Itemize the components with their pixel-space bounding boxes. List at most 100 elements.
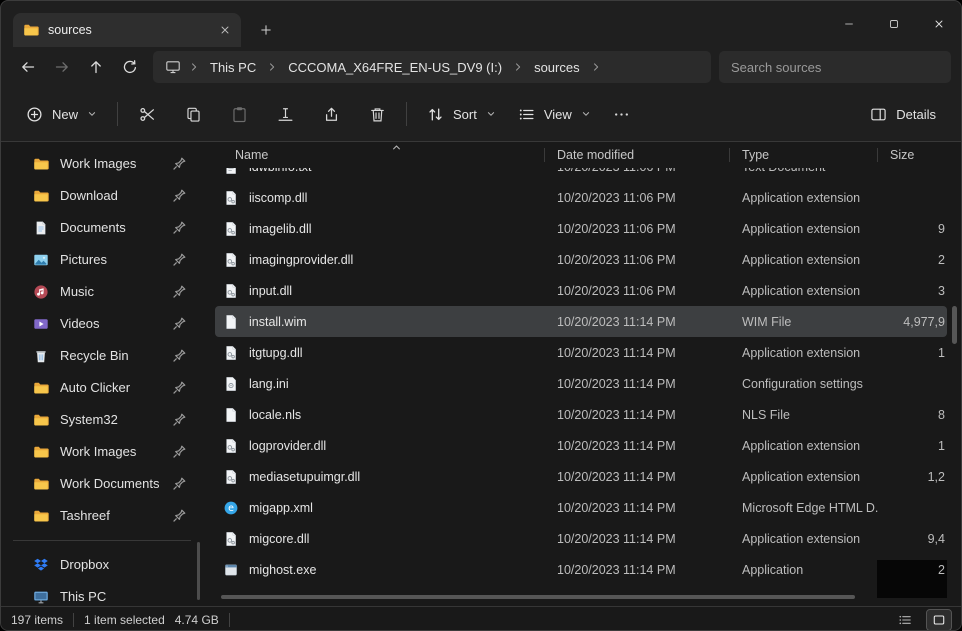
delete-button[interactable] (357, 96, 397, 132)
rename-button[interactable] (265, 96, 305, 132)
column-header-size[interactable]: Size (878, 142, 947, 168)
thumbnail-view-toggle[interactable] (927, 610, 951, 630)
more-options-button[interactable] (602, 96, 642, 132)
file-type-cell: Application extension (730, 532, 878, 546)
file-row-lang-ini[interactable]: lang.ini10/20/2023 11:14 PMConfiguration… (215, 368, 947, 399)
tab-close-icon[interactable] (219, 24, 231, 36)
file-row-locale-nls[interactable]: locale.nls10/20/2023 11:14 PMNLS File8 (215, 399, 947, 430)
column-header-date-modified[interactable]: Date modified (545, 142, 730, 168)
file-row-mediasetupuimgr-dll[interactable]: mediasetupuimgr.dll10/20/2023 11:14 PMAp… (215, 461, 947, 492)
copy-button[interactable] (173, 96, 213, 132)
minimize-button[interactable] (826, 1, 871, 47)
file-date-cell: 10/20/2023 11:14 PM (545, 346, 730, 360)
status-divider (229, 613, 230, 627)
file-date-cell: 10/20/2023 11:06 PM (545, 253, 730, 267)
sidebar-item-download[interactable]: Download (5, 180, 199, 211)
maximize-button[interactable] (871, 1, 916, 47)
chevron-right-icon[interactable] (188, 61, 200, 73)
new-tab-button[interactable] (259, 23, 273, 37)
file-row-itgtupg-dll[interactable]: itgtupg.dll10/20/2023 11:14 PMApplicatio… (215, 337, 947, 368)
file-type-cell: Application extension (730, 253, 878, 267)
file-type-cell: WIM File (730, 315, 878, 329)
sidebar-scrollbar-thumb[interactable] (197, 542, 200, 600)
sidebar-item-label: Music (60, 284, 94, 299)
chevron-right-icon[interactable] (266, 61, 278, 73)
details-view-toggle[interactable] (893, 610, 917, 630)
sidebar-item-label: Tashreef (60, 508, 110, 523)
file-row-input-dll[interactable]: input.dll10/20/2023 11:06 PMApplication … (215, 275, 947, 306)
file-row-imagingprovider-dll[interactable]: imagingprovider.dll10/20/2023 11:06 PMAp… (215, 244, 947, 275)
breadcrumb: This PC CCCOMA_X64FRE_EN-US_DV9 (I:) sou… (153, 51, 711, 83)
file-row-install-wim[interactable]: install.wim10/20/2023 11:14 PMWIM File4,… (215, 306, 947, 337)
sidebar-item-this-pc[interactable]: This PC (5, 581, 199, 606)
file-rows: idwbinfo.txt10/20/2023 11:06 PMText Docu… (215, 168, 947, 585)
dll-file-icon (223, 531, 239, 547)
breadcrumb-item-this-pc[interactable]: This PC (203, 57, 263, 78)
sidebar-item-dropbox[interactable]: Dropbox (5, 549, 199, 580)
horizontal-scrollbar-thumb[interactable] (221, 595, 855, 599)
share-button[interactable] (311, 96, 351, 132)
sidebar-item-music[interactable]: Music (5, 276, 199, 307)
vertical-scrollbar[interactable] (947, 142, 961, 606)
view-button[interactable]: View (507, 96, 602, 132)
sidebar-item-auto-clicker[interactable]: Auto Clicker (5, 372, 199, 403)
chevron-right-icon[interactable] (590, 61, 602, 73)
dll-file-icon (223, 252, 239, 268)
dll-file-icon (223, 283, 239, 299)
file-name-cell: itgtupg.dll (215, 345, 545, 361)
xml-file-icon: e (223, 500, 239, 516)
details-button[interactable]: Details (859, 96, 947, 132)
tab-sources[interactable]: sources (13, 13, 241, 47)
sort-button[interactable]: Sort (416, 96, 507, 132)
generic-file-icon (223, 314, 239, 330)
sidebar-item-pictures[interactable]: Pictures (5, 244, 199, 275)
forward-button[interactable] (45, 51, 79, 83)
sidebar-item-tashreef[interactable]: Tashreef (5, 500, 199, 531)
sidebar-item-documents[interactable]: Documents (5, 212, 199, 243)
file-type-cell: Application extension (730, 346, 878, 360)
more-icon (613, 106, 630, 123)
cut-button[interactable] (127, 96, 167, 132)
up-button[interactable] (79, 51, 113, 83)
toolbar-divider (117, 102, 118, 126)
search-input[interactable] (731, 60, 939, 75)
chevron-right-icon[interactable] (512, 61, 524, 73)
sidebar-item-work-images[interactable]: Work Images (5, 436, 199, 467)
sidebar-item-work-images[interactable]: Work Images (5, 148, 199, 179)
column-header-name-label: Name (235, 148, 268, 162)
sidebar-item-videos[interactable]: Videos (5, 308, 199, 339)
breadcrumb-item-sources[interactable]: sources (527, 57, 587, 78)
folder-icon (23, 22, 39, 38)
file-row-idwbinfo-txt[interactable]: idwbinfo.txt10/20/2023 11:06 PMText Docu… (215, 168, 947, 182)
documents-icon (33, 220, 49, 236)
thumbnail-view-icon (932, 613, 946, 627)
file-name-cell: input.dll (215, 283, 545, 299)
file-date-cell: 10/20/2023 11:14 PM (545, 439, 730, 453)
back-button[interactable] (11, 51, 45, 83)
file-row-migcore-dll[interactable]: migcore.dll10/20/2023 11:14 PMApplicatio… (215, 523, 947, 554)
file-row-migapp-xml[interactable]: emigapp.xml10/20/2023 11:14 PMMicrosoft … (215, 492, 947, 523)
file-row-logprovider-dll[interactable]: logprovider.dll10/20/2023 11:14 PMApplic… (215, 430, 947, 461)
close-button[interactable] (916, 1, 961, 47)
column-header-type[interactable]: Type (730, 142, 878, 168)
sidebar-item-work-documents[interactable]: Work Documents (5, 468, 199, 499)
vertical-scrollbar-thumb[interactable] (952, 306, 957, 344)
paste-button[interactable] (219, 96, 259, 132)
sidebar-item-label: Work Documents (60, 476, 159, 491)
column-header-name[interactable]: Name (215, 142, 545, 168)
new-button[interactable]: New (15, 96, 108, 132)
file-date-cell: 10/20/2023 11:14 PM (545, 532, 730, 546)
search-box[interactable] (719, 51, 951, 83)
sidebar-item-recycle-bin[interactable]: Recycle Bin (5, 340, 199, 371)
pin-icon (171, 380, 187, 396)
folder-icon (33, 188, 49, 204)
file-row-imagelib-dll[interactable]: imagelib.dll10/20/2023 11:06 PMApplicati… (215, 213, 947, 244)
file-row-iiscomp-dll[interactable]: iiscomp.dll10/20/2023 11:06 PMApplicatio… (215, 182, 947, 213)
tab-title: sources (48, 23, 210, 37)
breadcrumb-item-drive[interactable]: CCCOMA_X64FRE_EN-US_DV9 (I:) (281, 57, 509, 78)
paste-icon (231, 106, 248, 123)
refresh-button[interactable] (113, 51, 147, 83)
file-row-mighost-exe[interactable]: mighost.exe10/20/2023 11:14 PMApplicatio… (215, 554, 947, 585)
view-icon (518, 106, 535, 123)
sidebar-item-system32[interactable]: System32 (5, 404, 199, 435)
